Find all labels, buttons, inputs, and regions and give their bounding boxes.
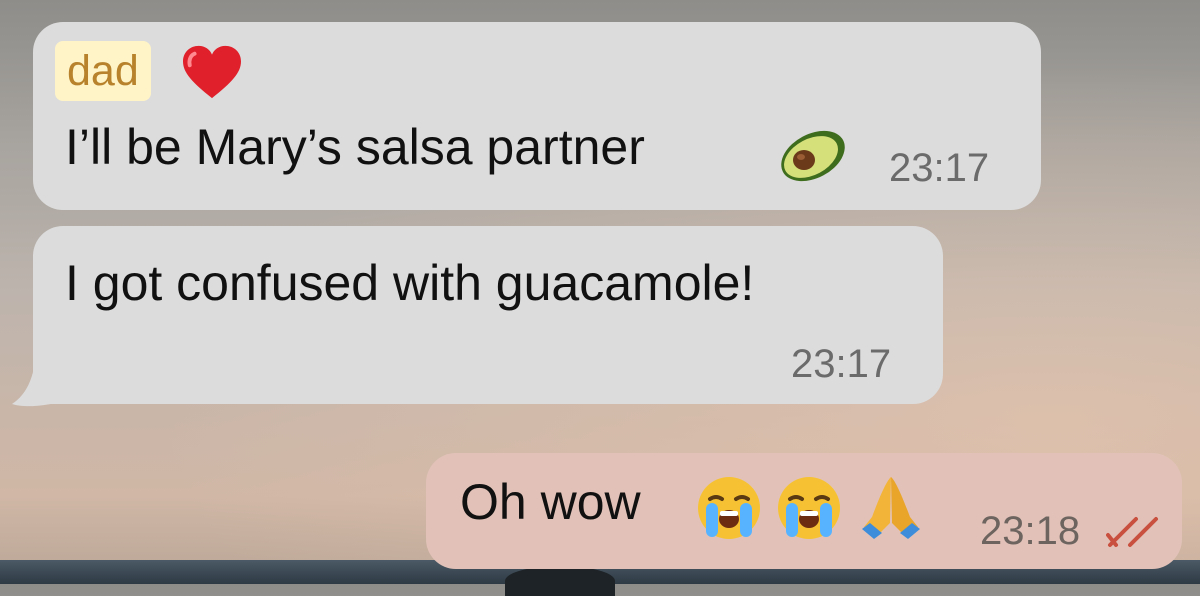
message-time: 23:17 (791, 342, 892, 386)
message-bubble-outgoing[interactable]: Oh wow 23:18 (426, 453, 1182, 569)
wallpaper-rock (505, 566, 615, 596)
double-check-icon (1106, 517, 1158, 547)
message-text: I’ll be Mary’s salsa partner (65, 119, 645, 175)
sender-name[interactable]: dad (55, 41, 151, 101)
avocado-emoji (781, 130, 845, 182)
red-heart-emoji (183, 45, 241, 99)
loudly-crying-face-emoji (778, 477, 840, 539)
loudly-crying-face-emoji (698, 477, 760, 539)
message-bubble-incoming[interactable]: dad I’ll be Mary’s salsa partner 23:17 (33, 22, 1041, 210)
message-time: 23:17 (889, 146, 990, 190)
message-time: 23:18 (980, 509, 1081, 553)
message-bubble-incoming[interactable]: I got confused with guacamole! 23:17 (33, 226, 943, 404)
message-text: I got confused with guacamole! (65, 255, 755, 311)
folded-hands-emoji (862, 477, 920, 539)
message-text: Oh wow (460, 474, 641, 530)
